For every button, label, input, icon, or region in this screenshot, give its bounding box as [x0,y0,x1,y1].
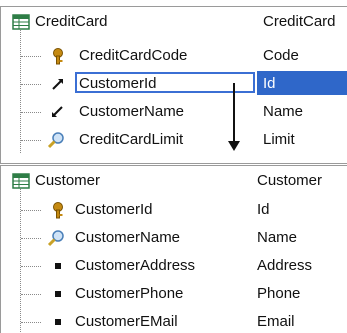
relation-arrow-head [228,141,240,151]
tree-connector-branch [21,140,41,141]
tree-connector-branch [21,84,41,85]
tree-node-creditcard[interactable]: CreditCard CreditCard [1,9,347,35]
customer-table-panel: Customer Customer CustomerId Id Customer… [0,165,347,333]
tree-connector-branch [21,322,41,323]
attribute-type: Name [257,229,298,246]
table-type: Customer [257,172,323,189]
attribute-row[interactable]: CreditCardLimit Limit [1,127,347,153]
attribute-name: CustomerAddress [75,257,196,274]
tree-connector-branch [21,238,41,239]
tree-connector-branch [21,210,41,211]
attribute-name: CreditCardCode [79,47,188,64]
attribute-type: Email [257,313,295,330]
inferred-arrow-icon [52,106,63,117]
attribute-name: CustomerName [79,103,185,120]
key-icon [53,202,63,219]
relation-arrow-line [233,83,235,143]
tree-connector-branch [21,56,41,57]
attribute-name: CustomerId [75,201,153,218]
attribute-name: CustomerPhone [75,285,184,302]
attribute-row[interactable]: CustomerAddress Address [1,253,347,279]
attribute-name: CustomerName [75,229,181,246]
table-icon [12,14,30,30]
table-type: CreditCard [263,13,336,30]
attribute-row[interactable]: CreditCardCode Code [1,43,347,69]
bullet-icon [55,291,61,297]
attribute-row[interactable]: CustomerName Name [1,99,347,125]
attribute-type: Id [263,75,276,92]
tree-node-customer[interactable]: Customer Customer [1,168,347,194]
bullet-icon [55,319,61,325]
attribute-name: CustomerId [79,75,157,92]
attribute-type: Address [257,257,313,274]
attribute-row[interactable]: CustomerEMail Email [1,309,347,333]
attribute-row[interactable]: CustomerId Id [1,197,347,223]
bullet-icon [55,263,61,269]
tree-connector-branch [21,266,41,267]
attribute-name: CreditCardLimit [79,131,184,148]
attribute-type: Phone [257,285,301,302]
creditcard-table-panel: CreditCard CreditCard CreditCardCode Cod… [0,6,347,164]
magnifier-icon [47,132,64,149]
attribute-row-selected[interactable]: CustomerId Id [1,71,347,97]
tree-connector-branch [21,112,41,113]
table-name: Customer [35,172,101,189]
table-name: CreditCard [35,13,108,30]
table-icon [12,173,30,189]
attribute-type: Id [257,201,270,218]
attribute-type: Name [263,103,304,120]
tree-connector-branch [21,294,41,295]
attribute-row[interactable]: CustomerPhone Phone [1,281,347,307]
key-icon [53,48,63,65]
foreign-key-arrow-icon [52,79,63,90]
attribute-name: CustomerEMail [75,313,178,330]
attribute-row[interactable]: CustomerName Name [1,225,347,251]
magnifier-icon [47,230,64,247]
attribute-type: Limit [263,131,295,148]
attribute-type: Code [263,47,299,64]
